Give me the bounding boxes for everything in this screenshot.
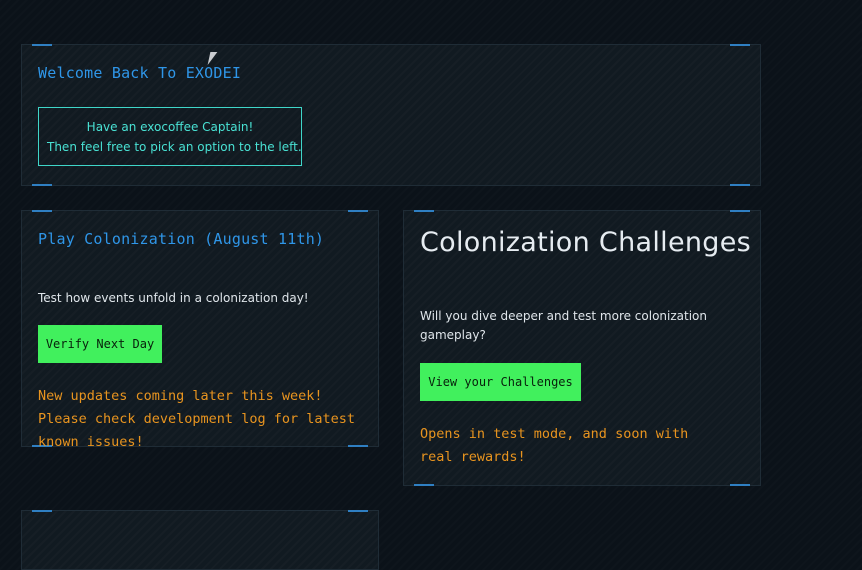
panel-corner-accent bbox=[414, 484, 434, 486]
panel-corner-accent bbox=[32, 510, 52, 512]
panel-corner-accent bbox=[730, 184, 750, 186]
panel-corner-accent bbox=[32, 44, 52, 46]
panel-corner-accent bbox=[32, 184, 52, 186]
panel-corner-accent bbox=[730, 484, 750, 486]
panel-corner-accent bbox=[414, 210, 434, 212]
colonization-challenges-description: Will you dive deeper and test more colon… bbox=[420, 309, 708, 342]
panel-corner-accent bbox=[730, 210, 750, 212]
play-colonization-description: Test how events unfold in a colonization… bbox=[38, 291, 309, 305]
play-colonization-title: Play Colonization (August 11th) bbox=[38, 230, 325, 248]
welcome-message-box: Have an exocoffee Captain! Then feel fre… bbox=[38, 107, 302, 166]
welcome-title: Welcome Back To EXODEI bbox=[38, 64, 242, 82]
welcome-message-line2: Then feel free to pick an option to the … bbox=[47, 140, 302, 154]
play-colonization-note: New updates coming later this week! Plea… bbox=[38, 388, 355, 450]
play-colonization-panel: Play Colonization (August 11th) Test how… bbox=[21, 210, 379, 450]
colonization-challenges-title: Colonization Challenges bbox=[420, 227, 751, 258]
colonization-challenges-note: Opens in test mode, and soon with real r… bbox=[420, 426, 689, 465]
panel-corner-accent bbox=[730, 44, 750, 46]
lower-panel bbox=[21, 510, 379, 570]
welcome-message-line1: Have an exocoffee Captain! bbox=[86, 120, 254, 134]
panel-corner-accent bbox=[348, 510, 368, 512]
panel-corner-accent bbox=[348, 210, 368, 212]
view-challenges-button[interactable]: View your Challenges bbox=[420, 363, 581, 401]
panel-corner-accent bbox=[32, 210, 52, 212]
colonization-challenges-panel: Colonization Challenges Will you dive de… bbox=[403, 210, 761, 486]
verify-next-day-button[interactable]: Verify Next Day bbox=[38, 325, 162, 363]
welcome-panel: Welcome Back To EXODEI Have an exocoffee… bbox=[21, 44, 761, 186]
